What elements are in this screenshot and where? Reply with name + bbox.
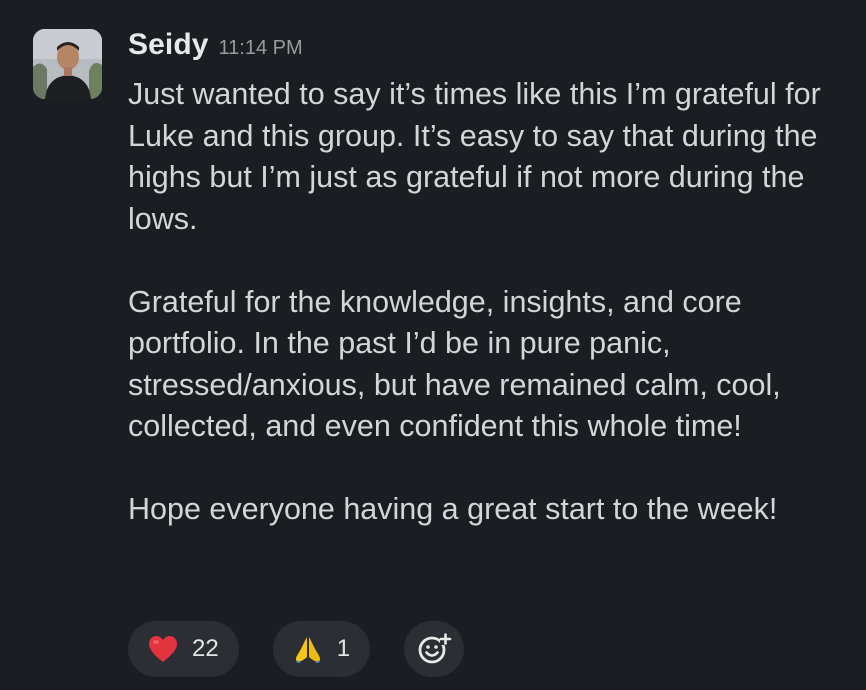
message-header: Seidy 11:14 PM xyxy=(128,28,848,68)
add-reaction-button[interactable] xyxy=(404,621,465,677)
reaction-folded-hands[interactable]: 1 xyxy=(272,621,371,677)
add-reaction-icon xyxy=(418,633,453,664)
message-paragraph: Hope everyone having a great start to th… xyxy=(128,492,778,526)
reaction-heart[interactable]: 22 xyxy=(128,621,239,677)
message-content: Seidy 11:14 PM Just wanted to say it’s t… xyxy=(128,28,848,531)
reaction-count: 22 xyxy=(192,635,219,662)
avatar[interactable] xyxy=(33,29,102,99)
message-paragraph: Grateful for the knowledge, insights, an… xyxy=(128,284,781,444)
avatar-photo xyxy=(33,29,102,99)
sender-name[interactable]: Seidy xyxy=(128,28,209,62)
message-body: Just wanted to say it’s times like this … xyxy=(128,74,848,531)
heart-emoji-icon xyxy=(148,634,178,664)
reactions-bar: 22 1 xyxy=(128,621,465,677)
reaction-count: 1 xyxy=(336,635,351,662)
message-paragraph: Just wanted to say it’s times like this … xyxy=(128,77,821,236)
message-timestamp[interactable]: 11:14 PM xyxy=(219,37,303,60)
message: Seidy 11:14 PM Just wanted to say it’s t… xyxy=(0,0,866,690)
folded-hands-emoji-icon xyxy=(293,634,323,664)
